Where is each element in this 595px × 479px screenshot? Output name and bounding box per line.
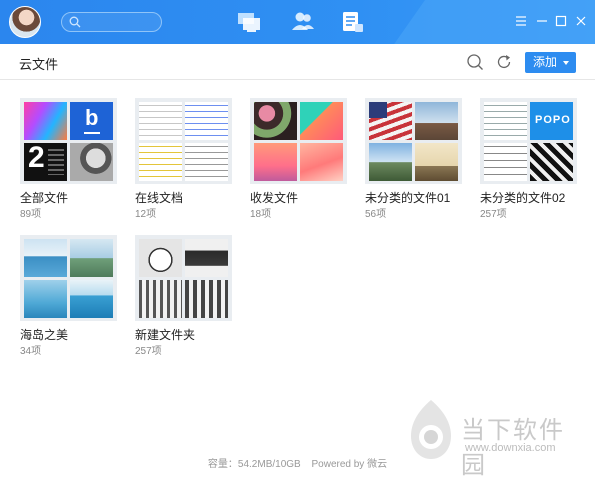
- folder-card[interactable]: 在线文档 12项: [135, 98, 235, 220]
- folder-thumbnail: [250, 98, 347, 184]
- folder-thumbnail: [365, 98, 462, 184]
- thumb-image: [185, 102, 228, 140]
- thumb-image: [415, 143, 458, 181]
- watermark-logo-icon: [411, 400, 451, 459]
- thumb-image: [70, 143, 113, 181]
- thumb-image: [185, 239, 228, 277]
- folder-count: 89项: [20, 209, 42, 220]
- thumb-image: 2: [24, 143, 67, 181]
- thumb-image: [185, 280, 228, 318]
- desktop-icon[interactable]: [236, 10, 262, 34]
- folder-count: 34项: [20, 346, 42, 357]
- minimize-icon[interactable]: [535, 14, 549, 28]
- thumb-image: [139, 280, 182, 318]
- thumb-image: [254, 102, 297, 140]
- thumb-image: [484, 102, 527, 140]
- thumb-image: [415, 102, 458, 140]
- add-button[interactable]: 添加: [525, 52, 576, 73]
- chevron-down-icon: [563, 61, 569, 65]
- folder-thumbnail: [135, 98, 232, 184]
- search-icon[interactable]: [466, 53, 484, 71]
- close-icon[interactable]: [574, 14, 588, 28]
- two-text: 2: [28, 143, 45, 174]
- folder-name: 在线文档: [135, 191, 184, 205]
- thumb-image: [139, 239, 182, 277]
- b-logo-text: b: [85, 105, 99, 130]
- thumb-image: [24, 280, 67, 318]
- thumb-image: [139, 143, 182, 181]
- thumb-image: [70, 239, 113, 277]
- thumb-image: [24, 102, 67, 140]
- thumb-image: [300, 143, 343, 181]
- thumb-image: [484, 143, 527, 181]
- folder-thumbnail: [20, 235, 117, 321]
- folder-thumbnail: POPO: [480, 98, 577, 184]
- folder-name: 收发文件: [250, 191, 299, 205]
- folder-name: 全部文件: [20, 191, 69, 205]
- refresh-icon[interactable]: [495, 53, 513, 71]
- folder-count: 257项: [135, 346, 162, 357]
- folder-card[interactable]: 未分类的文件01 56项: [365, 98, 465, 220]
- thumb-image: [369, 102, 412, 140]
- avatar[interactable]: [9, 6, 41, 38]
- top-bar: [0, 0, 595, 44]
- thumb-image: [369, 143, 412, 181]
- folder-name: 未分类的文件01: [365, 191, 451, 205]
- thumb-image: [300, 102, 343, 140]
- folder-thumbnail: b 2: [20, 98, 117, 184]
- thumb-image: b: [70, 102, 113, 140]
- notes-icon[interactable]: [340, 10, 366, 34]
- watermark-url: www.downxia.com: [465, 442, 556, 454]
- thumb-image: [185, 143, 228, 181]
- thumb-image: [254, 143, 297, 181]
- b-logo-underline: [84, 132, 100, 134]
- thumb-image: [24, 239, 67, 277]
- folder-name: 未分类的文件02: [480, 191, 566, 205]
- menu-icon[interactable]: [514, 14, 528, 28]
- maximize-icon[interactable]: [554, 14, 568, 28]
- thumb-image: [530, 143, 573, 181]
- thumb-image: [70, 280, 113, 318]
- thumb-pattern: [48, 149, 64, 175]
- folder-name: 海岛之美: [20, 328, 69, 342]
- folder-card[interactable]: 新建文件夹 257项: [135, 235, 235, 357]
- thumb-image: POPO: [530, 102, 573, 140]
- storage-usage: 容量：54.2MB/10GB: [207, 459, 301, 470]
- folder-count: 56项: [365, 209, 387, 220]
- flag-canton: [369, 102, 387, 118]
- folder-count: 18项: [250, 209, 272, 220]
- page-title: 云文件: [19, 57, 59, 72]
- thumb-image: [139, 102, 182, 140]
- powered-by: Powered by 微云: [311, 459, 388, 470]
- folder-card[interactable]: 收发文件 18项: [250, 98, 350, 220]
- contacts-icon[interactable]: [290, 10, 316, 34]
- content-header: 云文件 添加: [0, 44, 595, 80]
- folder-card[interactable]: POPO 未分类的文件02 257项: [480, 98, 580, 220]
- add-button-label: 添加: [533, 55, 558, 69]
- folder-name: 新建文件夹: [135, 328, 196, 342]
- folder-count: 12项: [135, 209, 157, 220]
- folder-thumbnail: [135, 235, 232, 321]
- folder-count: 257项: [480, 209, 507, 220]
- watermark: 当下软件园 www.downxia.com: [405, 398, 590, 479]
- folder-card[interactable]: b 2 全部文件 89项: [20, 98, 120, 220]
- folder-card[interactable]: 海岛之美 34项: [20, 235, 120, 357]
- footer: 容量：54.2MB/10GB Powered by 微云: [0, 455, 595, 470]
- popo-text: POPO: [535, 114, 571, 126]
- search-icon: [69, 16, 81, 28]
- search-input[interactable]: [61, 12, 162, 32]
